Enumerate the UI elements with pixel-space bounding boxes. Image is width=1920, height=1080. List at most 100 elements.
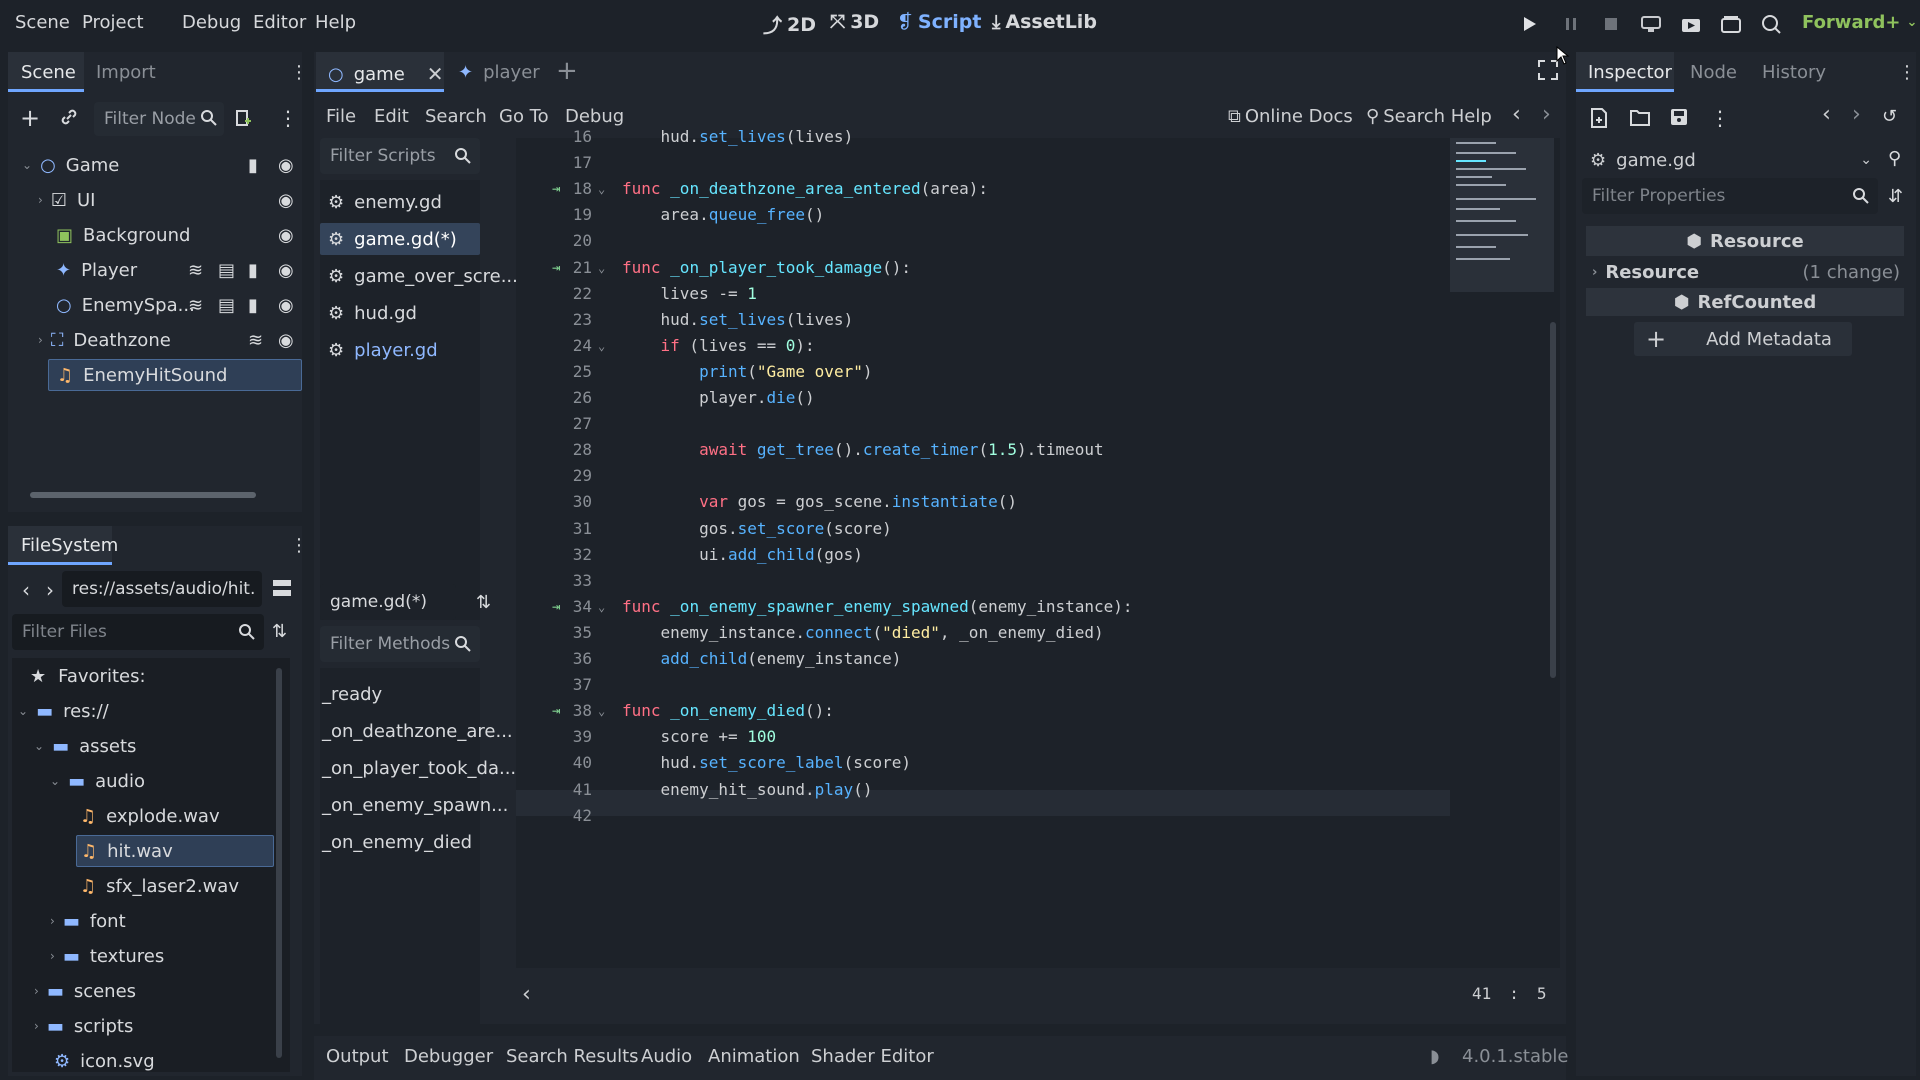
link-icon[interactable] [60, 108, 78, 126]
file-hit-wav[interactable]: ♫ hit.wav [76, 835, 274, 867]
script-item-enemy[interactable]: ⚙ enemy.gd [320, 186, 480, 218]
sort-icon[interactable]: ⇅ [272, 621, 287, 642]
tab-filesystem[interactable]: FileSystem [21, 535, 118, 556]
tree-node-deathzone[interactable]: › ⛶ Deathzone ≋ ◉ [16, 324, 298, 356]
code-line[interactable]: 36 add_child(enemy_instance) [516, 646, 1560, 672]
fold-chevron-icon[interactable]: ⌄ [598, 333, 605, 359]
menu-help[interactable]: Help [315, 12, 356, 33]
pause-icon[interactable] [1558, 12, 1584, 36]
toggle-scripts-panel-icon[interactable]: ‹ [522, 982, 531, 1007]
code-line[interactable]: 16 hud.set_lives(lives) [516, 124, 1560, 150]
filter-files-input[interactable]: Filter Files [12, 614, 264, 650]
dock-menu-icon[interactable]: ⋮ [290, 535, 308, 556]
method-item[interactable]: _on_player_took_da... [322, 752, 516, 784]
folder-scripts[interactable]: › ▬ scripts [34, 1010, 133, 1042]
menu-edit[interactable]: Edit [374, 106, 409, 127]
code-line[interactable]: 20 [516, 228, 1560, 254]
sort-icon[interactable]: ⇅ [476, 592, 491, 613]
add-tab-icon[interactable]: + [556, 56, 578, 86]
dock-menu-icon[interactable]: ⋮ [1898, 62, 1916, 83]
add-node-icon[interactable]: + [20, 104, 40, 132]
connected-signal-icon[interactable]: ⇥ [552, 176, 560, 202]
method-item[interactable]: _ready [322, 678, 382, 710]
dock-menu-icon[interactable]: ⋮ [290, 62, 308, 83]
visibility-icon[interactable]: ◉ [278, 155, 294, 176]
fold-chevron-icon[interactable]: ⌄ [598, 594, 605, 620]
tab-import[interactable]: Import [96, 62, 156, 83]
visibility-icon[interactable]: ◉ [278, 260, 294, 281]
tab-scene[interactable]: Scene [21, 62, 76, 83]
scene-icon[interactable]: ▤ [218, 260, 235, 281]
script-icon[interactable]: ▮ [248, 260, 258, 281]
fold-chevron-icon[interactable]: ⌄ [598, 255, 605, 281]
back-icon[interactable]: ‹ [1822, 102, 1831, 127]
folder-assets[interactable]: ⌄ ▬ assets [34, 730, 136, 762]
folder-audio[interactable]: ⌄ ▬ audio [50, 765, 145, 797]
forward-icon[interactable]: › [1852, 102, 1861, 127]
code-line[interactable]: 42 [516, 803, 1560, 829]
script-item-game-over[interactable]: ⚙ game_over_scre... [320, 260, 518, 292]
property-options-icon[interactable]: ⇵ [1888, 186, 1903, 207]
visibility-icon[interactable]: ◉ [278, 190, 294, 211]
connected-signal-icon[interactable]: ⇥ [552, 698, 560, 724]
menu-search[interactable]: Search [425, 106, 487, 127]
fold-chevron-icon[interactable]: ⌄ [598, 176, 605, 202]
tab-inspector[interactable]: Inspector [1588, 62, 1672, 83]
code-line[interactable]: 24 ⌄ if (lives == 0): [516, 333, 1560, 359]
filter-scripts-input[interactable]: Filter Scripts [320, 138, 480, 174]
file-sfx-laser2-wav[interactable]: ♫ sfx_laser2.wav [80, 870, 239, 902]
play-icon[interactable] [1517, 12, 1543, 36]
workspace-2d-button[interactable]: ⤴ 2D [763, 11, 816, 38]
code-line[interactable]: 17 [516, 150, 1560, 176]
more-options-icon[interactable]: ⋮ [1710, 106, 1730, 130]
distraction-free-icon[interactable] [1538, 60, 1558, 80]
tab-audio[interactable]: Audio [641, 1046, 692, 1067]
file-icon-svg[interactable]: ⚙ icon.svg [54, 1045, 155, 1077]
filter-methods-input[interactable]: Filter Methods [320, 626, 480, 662]
code-line[interactable]: 38 ⇥ ⌄ func _on_enemy_died(): [516, 698, 1560, 724]
new-resource-icon[interactable] [1590, 108, 1608, 128]
tree-node-player[interactable]: ✦ Player ≋ ▤ ▮ ◉ [16, 254, 298, 286]
tree-node-game[interactable]: ⌄ ○ Game ▮ ◉ [16, 149, 298, 181]
code-line[interactable]: 28 await get_tree().create_timer(1.5).ti… [516, 437, 1560, 463]
fold-chevron-icon[interactable]: ⌄ [598, 698, 605, 724]
folder-font[interactable]: › ▬ font [50, 905, 126, 937]
code-line[interactable]: 33 [516, 568, 1560, 594]
object-properties-icon[interactable]: ⚲ [1888, 148, 1901, 169]
movie-maker-icon[interactable] [1758, 12, 1784, 36]
close-icon[interactable]: ✕ [427, 62, 444, 86]
tree-node-enemyspawner[interactable]: ○ EnemySpa... ≋ ▤ ▮ ◉ [16, 289, 298, 321]
forward-icon[interactable]: › [46, 578, 54, 602]
tree-node-background[interactable]: ▣ Background ◉ [16, 219, 298, 251]
code-editor[interactable]: 16 hud.set_lives(lives) 17 18 ⇥ ⌄ func _on_de… [516, 127, 1560, 968]
menu-file[interactable]: File [326, 106, 356, 127]
script-item-player[interactable]: ⚙ player.gd [320, 334, 480, 366]
filter-node-input[interactable]: Filter Node [94, 102, 224, 136]
folder-res[interactable]: ⌄ ▬ res:// [18, 695, 109, 727]
visibility-icon[interactable]: ◉ [278, 225, 294, 246]
workspace-script-button[interactable]: ❡ Script [897, 11, 981, 33]
script-icon[interactable]: ▮ [248, 295, 258, 316]
code-line[interactable]: 39 score += 100 [516, 724, 1560, 750]
code-line[interactable]: 40 hud.set_score_label(score) [516, 750, 1560, 776]
tree-node-enemyhitsound[interactable]: ♫ EnemyHitSound [48, 359, 302, 391]
tab-history[interactable]: History [1762, 62, 1826, 83]
tab-search-results[interactable]: Search Results [506, 1046, 639, 1067]
favorites-item[interactable]: ★ Favorites: [30, 660, 146, 692]
code-line[interactable]: 18 ⇥ ⌄ func _on_deathzone_area_entered(area… [516, 176, 1560, 202]
connected-signal-icon[interactable]: ⇥ [552, 594, 560, 620]
script-item-hud[interactable]: ⚙ hud.gd [320, 297, 480, 329]
remote-debug-icon[interactable] [1638, 12, 1664, 36]
connected-signal-icon[interactable]: ⇥ [552, 255, 560, 281]
play-scene-icon[interactable] [1678, 12, 1704, 36]
menu-debug[interactable]: Debug [182, 12, 241, 33]
horizontal-scrollbar[interactable] [30, 492, 256, 498]
code-line[interactable]: 22 lives -= 1 [516, 281, 1560, 307]
object-selector[interactable]: ⚙ game.gd ⌄ [1582, 142, 1878, 178]
add-metadata-button[interactable]: + Add Metadata [1634, 322, 1852, 356]
back-icon[interactable]: ‹ [22, 578, 30, 602]
path-field[interactable]: res://assets/audio/hit. [62, 571, 262, 607]
method-item[interactable]: _on_deathzone_are... [322, 715, 513, 747]
signal-icon[interactable]: ≋ [188, 295, 203, 316]
renderer-select[interactable]: Forward+ ⌄ [1802, 12, 1917, 33]
